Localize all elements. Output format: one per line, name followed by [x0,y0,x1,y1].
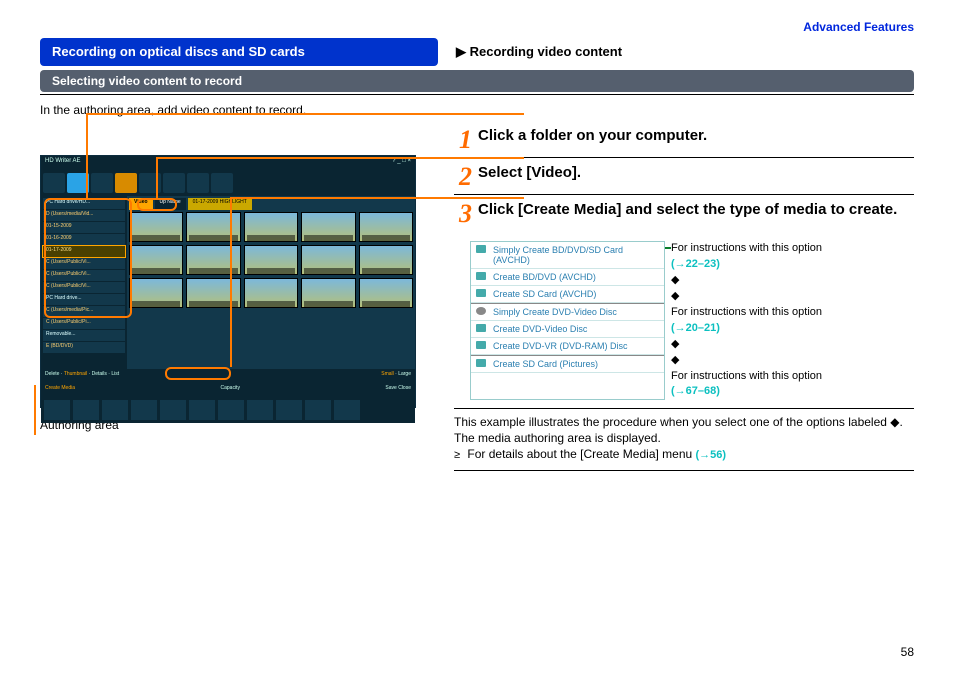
menu-item[interactable]: Simply Create BD/DVD/SD Card (AVCHD) [471,242,664,269]
video-thumb[interactable] [244,278,298,308]
section-link[interactable]: Advanced Features [40,20,914,34]
video-thumb[interactable] [301,245,355,275]
page-ref[interactable]: (→56) [696,449,727,461]
capture-button[interactable] [163,173,185,193]
video-thumb[interactable] [129,278,183,308]
step-text: Select [Video]. [478,164,914,183]
video-thumb[interactable] [301,212,355,242]
window-controls-icon[interactable]: ? _ □ × [392,158,411,168]
video-thumb[interactable] [186,212,240,242]
video-thumb[interactable] [129,212,183,242]
title-row: Recording on optical discs and SD cards … [40,38,914,66]
menu-item[interactable]: Create DVD-VR (DVD-RAM) Disc [471,338,664,355]
sidebar-item[interactable]: E (BD/DVD) [43,342,125,353]
thumbnail-pane: Video Up Name 01-17-2009 HIGHLIGHT [127,196,415,369]
note-text: This example illustrates the procedure w… [454,415,914,431]
video-thumb[interactable] [129,245,183,275]
step-text: Click [Create Media] and select the type… [478,201,914,220]
video-thumb[interactable] [359,212,413,242]
authoring-tray[interactable] [41,397,415,423]
callout-folder-highlight [44,198,132,318]
callout-create-media-highlight [165,367,231,380]
create-media-button[interactable] [115,173,137,193]
video-thumb[interactable] [244,212,298,242]
video-thumb[interactable] [244,245,298,275]
leader-line-2b [156,157,524,159]
divider [40,94,914,95]
create-media-footer-button[interactable]: Create Media [45,385,75,395]
page-number: 58 [901,645,914,659]
edit-button[interactable] [91,173,113,193]
leader-line-1b [86,113,524,115]
divider [454,470,914,471]
leader-line-3b [230,197,524,199]
subsection-title: Selecting video content to record [40,70,914,92]
video-thumb[interactable] [359,278,413,308]
breadcrumb: ▶ Recording video content [438,38,640,66]
video-thumb[interactable] [186,278,240,308]
tab-highlight[interactable]: 01-17-2009 HIGHLIGHT [188,198,252,210]
sidebar-item[interactable]: Removable... [43,330,125,341]
menu-annotations: For instructions with this option (→22–2… [671,241,822,400]
video-thumb[interactable] [301,278,355,308]
step-text: Click a folder on your computer. [478,127,914,146]
search-button[interactable] [187,173,209,193]
menu-item[interactable]: Create SD Card (Pictures) [471,356,664,373]
app-toolbar [41,170,415,196]
note-text: For details about the [Create Media] men… [454,447,914,463]
authoring-bar: Create Media Capacity Save Close [41,383,415,397]
page-ref[interactable]: (→22–23) [671,257,822,273]
page-ref[interactable]: (→67–68) [671,384,822,400]
page-ref[interactable]: (→20–21) [671,321,822,337]
step-1: 1 Click a folder on your computer. [454,127,914,158]
divider [454,408,914,409]
sidebar-item[interactable]: C (Users/Public/Pi... [43,318,125,329]
step-2: 2 Select [Video]. [454,164,914,195]
create-media-menu[interactable]: Simply Create BD/DVD/SD Card (AVCHD) Cre… [470,241,665,400]
video-thumb[interactable] [359,245,413,275]
delete-button[interactable] [211,173,233,193]
leader-line-1 [86,113,88,198]
import-button[interactable] [43,173,65,193]
menu-item[interactable]: Simply Create DVD-Video Disc [471,304,664,321]
leader-line-3 [230,197,232,367]
step-number: 3 [454,201,472,227]
step-3: 3 Click [Create Media] and select the ty… [454,201,914,231]
callout-video-tab-highlight [137,198,177,211]
leader-line-auth [34,385,36,435]
step-number: 2 [454,164,472,190]
page-title: Recording on optical discs and SD cards [40,38,438,66]
menu-item[interactable]: Create BD/DVD (AVCHD) [471,269,664,286]
video-thumb[interactable] [186,245,240,275]
note-text: The media authoring area is displayed. [454,431,914,447]
leader-line-2 [156,157,158,199]
step-number: 1 [454,127,472,153]
menu-item[interactable]: Create DVD-Video Disc [471,321,664,338]
menu-item[interactable]: Create SD Card (AVCHD) [471,286,664,303]
